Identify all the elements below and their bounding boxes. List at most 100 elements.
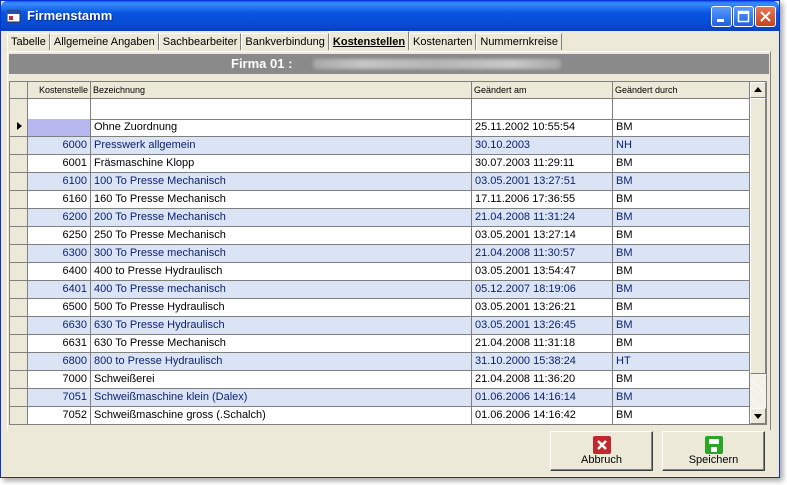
cell-geaendert-am[interactable]: 03.05.2001 13:54:47 [472,263,613,281]
cell-geaendert-durch[interactable]: BM [613,155,750,173]
scroll-up-button[interactable] [750,82,766,98]
cell-geaendert-am[interactable]: 31.10.2000 15:38:24 [472,353,613,371]
cell-bezeichnung[interactable]: 100 To Presse Mechanisch [91,173,472,191]
row-selector[interactable] [10,353,28,371]
cell-geaendert-durch[interactable]: BM [613,281,750,299]
filter-bezeichnung[interactable] [91,99,472,119]
table-row[interactable]: 6500 500 To Presse Hydraulisch 03.05.2001 … [10,299,750,317]
table-row[interactable]: 6631 630 To Presse Mechanisch 21.04.2008 1… [10,335,750,353]
cell-bezeichnung[interactable]: 160 To Presse Mechanisch [91,191,472,209]
maximize-button[interactable] [733,6,754,27]
close-button[interactable] [755,6,776,27]
table-row[interactable]: 6400 400 to Presse Hydraulisch 03.05.2001 … [10,263,750,281]
cell-geaendert-durch[interactable]: BM [613,209,750,227]
cell-kostenstelle[interactable]: 6250 [28,227,91,245]
scrollbar-thumb[interactable] [750,98,766,374]
cell-kostenstelle[interactable]: 6630 [28,317,91,335]
cell-geaendert-durch[interactable]: BM [613,245,750,263]
table-row[interactable]: Ohne Zuordnung 25.11.2002 10:55:54 BM [10,119,750,137]
cell-geaendert-am[interactable]: 30.07.2003 11:29:11 [472,155,613,173]
vertical-scrollbar[interactable] [750,82,766,424]
filter-kostenstelle[interactable] [28,99,91,119]
cell-bezeichnung[interactable]: Schweißmaschine gross (.Schalch) [91,407,472,424]
cell-bezeichnung[interactable]: 630 To Presse Mechanisch [91,335,472,353]
cell-kostenstelle[interactable]: 6001 [28,155,91,173]
cell-bezeichnung[interactable]: Schweißmaschine klein (Dalex) [91,389,472,407]
cell-geaendert-durch[interactable]: NH [613,137,750,155]
tab-kostenstellen[interactable]: Kostenstellen [328,31,410,50]
cell-bezeichnung[interactable]: 800 to Presse Hydraulisch [91,353,472,371]
cell-geaendert-durch[interactable]: BM [613,407,750,424]
cell-geaendert-am[interactable]: 17.11.2006 17:36:55 [472,191,613,209]
row-selector[interactable] [10,335,28,353]
cell-kostenstelle[interactable]: 6800 [28,353,91,371]
cell-geaendert-am[interactable]: 03.05.2001 13:27:14 [472,227,613,245]
cell-geaendert-am[interactable]: 01.06.2006 14:16:42 [472,407,613,424]
cell-bezeichnung[interactable]: 630 To Presse Hydraulisch [91,317,472,335]
cell-geaendert-durch[interactable]: BM [613,119,750,137]
cell-kostenstelle[interactable]: 7051 [28,389,91,407]
row-selector[interactable] [10,407,28,424]
cell-geaendert-durch[interactable]: BM [613,263,750,281]
cell-bezeichnung[interactable]: Presswerk allgemein [91,137,472,155]
row-selector[interactable] [10,137,28,155]
cell-bezeichnung[interactable]: Fräsmaschine Klopp [91,155,472,173]
row-selector[interactable] [10,245,28,263]
cell-geaendert-durch[interactable]: HT [613,353,750,371]
cell-geaendert-durch[interactable]: BM [613,389,750,407]
cell-geaendert-durch[interactable]: BM [613,317,750,335]
cell-geaendert-am[interactable]: 25.11.2002 10:55:54 [472,119,613,137]
cell-geaendert-am[interactable]: 21.04.2008 11:31:24 [472,209,613,227]
cell-bezeichnung[interactable]: 500 To Presse Hydraulisch [91,299,472,317]
row-selector[interactable] [10,119,28,137]
row-selector[interactable] [10,173,28,191]
table-row[interactable]: 6630 630 To Presse Hydraulisch 03.05.2001 … [10,317,750,335]
tab-kostenarten[interactable]: Kostenarten [409,33,477,50]
cell-geaendert-durch[interactable]: BM [613,173,750,191]
table-row[interactable]: 6001 Fräsmaschine Klopp 30.07.2003 11:29:1… [10,155,750,173]
cell-bezeichnung[interactable]: 200 To Presse Mechanisch [91,209,472,227]
row-selector[interactable] [10,281,28,299]
row-selector[interactable] [10,263,28,281]
scroll-down-button[interactable] [750,408,766,424]
cell-kostenstelle[interactable]: 7000 [28,371,91,389]
cell-geaendert-durch[interactable]: BM [613,227,750,245]
cell-kostenstelle[interactable]: 6160 [28,191,91,209]
cell-geaendert-durch[interactable]: BM [613,191,750,209]
row-selector[interactable] [10,155,28,173]
cell-geaendert-am[interactable]: 21.04.2008 11:30:57 [472,245,613,263]
cell-kostenstelle[interactable]: 7052 [28,407,91,424]
table-row[interactable]: 7052 Schweißmaschine gross (.Schalch) 01.0… [10,407,750,424]
column-header-geaendert-durch[interactable]: Geändert durch [613,82,750,99]
cell-geaendert-am[interactable]: 21.04.2008 11:36:20 [472,371,613,389]
column-header-bezeichnung[interactable]: Bezeichnung [91,82,472,99]
row-selector[interactable] [10,389,28,407]
filter-geaendert-durch[interactable] [613,99,750,119]
row-selector[interactable] [10,227,28,245]
cell-kostenstelle[interactable]: 6000 [28,137,91,155]
cell-kostenstelle[interactable]: 6500 [28,299,91,317]
table-row[interactable]: 6000 Presswerk allgemein 30.10.2003 NH [10,137,750,155]
cell-geaendert-am[interactable]: 01.06.2006 14:16:14 [472,389,613,407]
cell-geaendert-am[interactable]: 03.05.2001 13:27:51 [472,173,613,191]
cell-bezeichnung[interactable]: Schweißerei [91,371,472,389]
scrollbar-track[interactable] [750,374,766,408]
row-selector[interactable] [10,191,28,209]
column-header-kostenstelle[interactable]: Kostenstelle [28,82,91,99]
cell-geaendert-durch[interactable]: BM [613,299,750,317]
speichern-button[interactable]: Speichern [662,431,765,471]
row-selector[interactable] [10,299,28,317]
cell-geaendert-am[interactable]: 03.05.2001 13:26:45 [472,317,613,335]
cell-geaendert-durch[interactable]: BM [613,371,750,389]
cell-bezeichnung[interactable]: 400 to Presse Hydraulisch [91,263,472,281]
table-row[interactable]: 7051 Schweißmaschine klein (Dalex) 01.06.2… [10,389,750,407]
title-bar[interactable]: Firmenstamm [1,1,779,31]
row-selector[interactable] [10,371,28,389]
cell-bezeichnung[interactable]: 250 To Presse Mechanisch [91,227,472,245]
table-row[interactable]: 7000 Schweißerei 21.04.2008 11:36:20 BM [10,371,750,389]
cell-geaendert-am[interactable]: 21.04.2008 11:31:18 [472,335,613,353]
cell-bezeichnung[interactable]: 300 To Presse mechanisch [91,245,472,263]
table-row[interactable]: 6100 100 To Presse Mechanisch 03.05.2001 1… [10,173,750,191]
cell-kostenstelle[interactable]: 6200 [28,209,91,227]
cell-geaendert-durch[interactable]: BM [613,335,750,353]
